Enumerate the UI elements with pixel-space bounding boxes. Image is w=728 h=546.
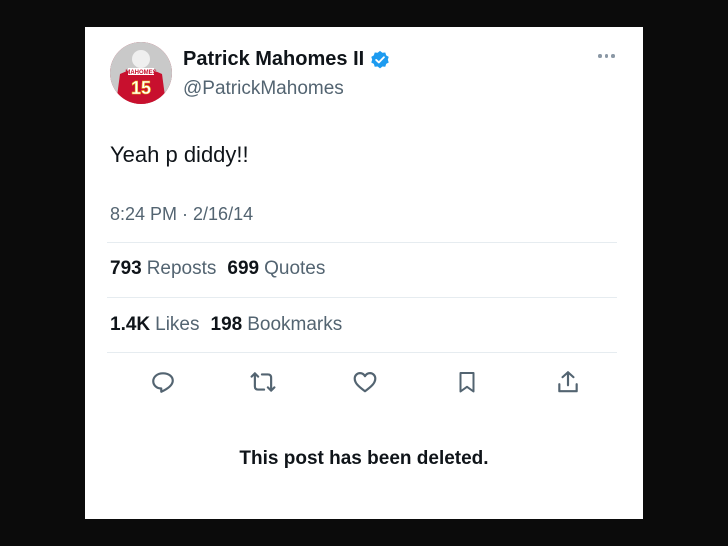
- divider: [107, 352, 617, 353]
- verified-badge-icon: [370, 50, 390, 70]
- reposts-count: 793: [110, 258, 142, 279]
- post-card: MAHOMES 15 Patrick Mahomes II @PatrickMa…: [85, 27, 643, 519]
- post-header: MAHOMES 15 Patrick Mahomes II @PatrickMa…: [110, 42, 620, 104]
- quotes-count: 699: [227, 258, 260, 279]
- author-name[interactable]: Patrick Mahomes II: [183, 48, 364, 71]
- repost-button[interactable]: [246, 365, 280, 399]
- bookmarks-count: 198: [210, 314, 243, 335]
- quotes-label: Quotes: [264, 258, 326, 279]
- like-button[interactable]: [348, 365, 382, 399]
- reply-button[interactable]: [146, 365, 180, 399]
- svg-text:15: 15: [131, 78, 151, 98]
- engagement-row-1: 793 Reposts 699 Quotes: [110, 258, 325, 280]
- bookmarks-stat[interactable]: 198 Bookmarks: [211, 314, 343, 336]
- quotes-stat[interactable]: 699 Quotes: [227, 258, 325, 280]
- deleted-notice: This post has been deleted.: [239, 448, 489, 469]
- more-options-icon[interactable]: [598, 50, 620, 62]
- repost-icon: [250, 372, 276, 392]
- action-bar: [110, 365, 625, 399]
- bookmarks-label: Bookmarks: [247, 314, 343, 335]
- author-name-row: Patrick Mahomes II: [183, 48, 390, 71]
- share-button[interactable]: [551, 365, 585, 399]
- divider: [107, 297, 617, 298]
- reply-icon: [152, 372, 174, 393]
- share-icon: [558, 371, 578, 393]
- avatar[interactable]: MAHOMES 15: [110, 42, 172, 104]
- reposts-label: Reposts: [146, 258, 217, 279]
- likes-label: Likes: [155, 314, 200, 335]
- author-handle[interactable]: @PatrickMahomes: [183, 78, 344, 100]
- post-text: Yeah p diddy!!: [110, 142, 249, 167]
- likes-count: 1.4K: [110, 314, 151, 335]
- reposts-stat[interactable]: 793 Reposts: [110, 258, 216, 280]
- bookmark-button[interactable]: [450, 365, 484, 399]
- divider: [107, 242, 617, 243]
- post-timestamp[interactable]: 8:24 PM · 2/16/14: [110, 204, 253, 225]
- like-icon: [353, 372, 377, 393]
- likes-stat[interactable]: 1.4K Likes: [110, 314, 200, 336]
- engagement-row-2: 1.4K Likes 198 Bookmarks: [110, 314, 342, 336]
- svg-text:MAHOMES: MAHOMES: [125, 70, 156, 76]
- bookmark-icon: [459, 372, 475, 393]
- avatar-image: MAHOMES 15: [110, 42, 172, 104]
